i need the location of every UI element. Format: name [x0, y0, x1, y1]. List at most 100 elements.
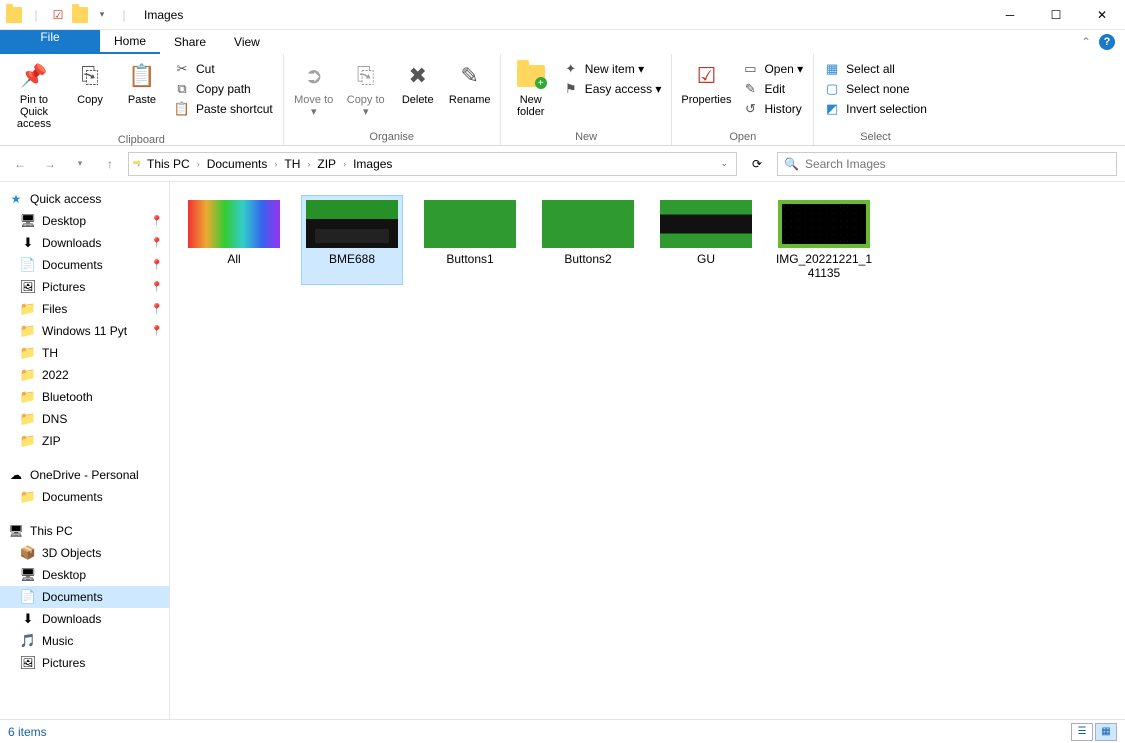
nav-item[interactable]: ⬇Downloads [0, 608, 169, 630]
paste-shortcut-label: Paste shortcut [196, 102, 273, 116]
back-button[interactable]: ← [8, 152, 32, 176]
select-none-button[interactable]: ▢Select none [820, 80, 931, 98]
qat-dropdown-icon[interactable]: ▾ [94, 7, 110, 23]
copy-path-icon: ⧉ [174, 81, 190, 97]
nav-item[interactable]: 🖼Pictures📍 [0, 276, 169, 298]
chevron-right-icon[interactable]: › [307, 159, 310, 169]
file-name: Buttons2 [564, 252, 611, 266]
file-item[interactable]: GU [656, 196, 756, 284]
address-bar[interactable]: › This PC › Documents › TH › ZIP › Image… [128, 152, 737, 176]
search-box[interactable]: 🔍 [777, 152, 1117, 176]
paste-shortcut-icon: 📋 [174, 101, 190, 117]
copy-path-button[interactable]: ⧉Copy path [170, 80, 277, 98]
paste-button[interactable]: 📋 Paste [118, 58, 166, 108]
details-view-button[interactable]: ☰ [1071, 723, 1093, 741]
tab-file[interactable]: File [0, 30, 100, 54]
content-pane[interactable]: AllBME688Buttons1 Buttons2 GUIMG_20221221_… [170, 182, 1125, 719]
address-dropdown-icon[interactable]: ⌄ [720, 158, 728, 169]
edit-label: Edit [764, 82, 785, 96]
open-button[interactable]: ▭Open ▾ [738, 60, 807, 78]
section-label: This PC [30, 524, 73, 538]
easy-access-button[interactable]: ⚑Easy access ▾ [559, 80, 666, 98]
open-icon: ▭ [742, 61, 758, 77]
section-label: OneDrive - Personal [30, 468, 139, 482]
help-icon[interactable]: ? [1099, 34, 1115, 50]
history-button[interactable]: ↺History [738, 100, 807, 118]
forward-button[interactable]: → [38, 152, 62, 176]
refresh-button[interactable]: ⟳ [743, 152, 771, 176]
breadcrumb[interactable]: ZIP [314, 157, 339, 171]
nav-section[interactable]: ★Quick access [0, 188, 169, 210]
new-folder-icon [515, 60, 547, 92]
history-label: History [764, 102, 801, 116]
new-folder-button[interactable]: New folder [507, 58, 555, 120]
nav-item[interactable]: 🖥Desktop📍 [0, 210, 169, 232]
close-button[interactable]: ✕ [1079, 0, 1125, 30]
file-item[interactable]: IMG_20221221_141135 [774, 196, 874, 284]
move-to-button[interactable]: ➲Move to ▾ [290, 58, 338, 120]
nav-item[interactable]: ⬇Downloads📍 [0, 232, 169, 254]
file-item[interactable]: Buttons2 [538, 196, 638, 284]
chevron-right-icon[interactable]: › [343, 159, 346, 169]
copy-to-button[interactable]: ⎘Copy to ▾ [342, 58, 390, 120]
nav-item[interactable]: 📁Files📍 [0, 298, 169, 320]
nav-item[interactable]: 📦3D Objects [0, 542, 169, 564]
collapse-ribbon-icon[interactable]: ⌃ [1081, 35, 1091, 49]
section-icon: 🖥 [8, 523, 24, 539]
search-input[interactable] [805, 157, 1110, 171]
delete-button[interactable]: ✖Delete [394, 58, 442, 108]
copy-button[interactable]: ⎘ Copy [66, 58, 114, 108]
nav-section[interactable]: 🖥 This PC [0, 520, 169, 542]
ribbon-tabs: File Home Share View ⌃ ? [0, 30, 1125, 54]
navigation-pane[interactable]: ★Quick access🖥Desktop📍⬇Downloads📍📄Docume… [0, 182, 170, 719]
maximize-button[interactable]: ☐ [1033, 0, 1079, 30]
ribbon-group-select: ▦Select all ▢Select none ◩Invert selecti… [814, 54, 937, 145]
select-all-button[interactable]: ▦Select all [820, 60, 931, 78]
minimize-button[interactable]: ─ [987, 0, 1033, 30]
nav-item[interactable]: 🖼Pictures [0, 652, 169, 674]
breadcrumb[interactable]: Images [350, 157, 395, 171]
cut-button[interactable]: ✂Cut [170, 60, 277, 78]
tab-view[interactable]: View [220, 30, 274, 54]
nav-item[interactable]: 📁2022 [0, 364, 169, 386]
properties-icon: ☑ [690, 60, 722, 92]
easy-access-label: Easy access ▾ [585, 82, 662, 96]
nav-item[interactable]: 📁ZIP [0, 430, 169, 452]
chevron-right-icon[interactable]: › [197, 159, 200, 169]
properties-qat-icon[interactable]: ☑ [50, 7, 66, 23]
edit-icon: ✎ [742, 81, 758, 97]
copy-to-label: Copy to ▾ [344, 94, 388, 118]
properties-button[interactable]: ☑Properties [678, 58, 734, 108]
tab-home[interactable]: Home [100, 30, 160, 54]
nav-item[interactable]: 📁DNS [0, 408, 169, 430]
file-item[interactable]: All [184, 196, 284, 284]
nav-item[interactable]: 📁TH [0, 342, 169, 364]
nav-item[interactable]: 📄Documents [0, 586, 169, 608]
chevron-right-icon[interactable]: › [274, 159, 277, 169]
invert-selection-button[interactable]: ◩Invert selection [820, 100, 931, 118]
nav-item[interactable]: 🖥Desktop [0, 564, 169, 586]
nav-item-icon: 📄 [20, 257, 36, 273]
up-button[interactable]: ↑ [98, 152, 122, 176]
breadcrumb[interactable]: TH [281, 157, 303, 171]
breadcrumb[interactable]: This PC [144, 157, 193, 171]
nav-item[interactable]: 📁Documents [0, 486, 169, 508]
nav-item-icon: 📁 [20, 367, 36, 383]
edit-button[interactable]: ✎ Edit [738, 80, 807, 98]
file-item[interactable]: BME688 [302, 196, 402, 284]
paste-shortcut-button[interactable]: 📋 Paste shortcut [170, 100, 277, 118]
tab-share[interactable]: Share [160, 30, 220, 54]
status-bar: 6 items ☰ ▦ [0, 719, 1125, 743]
file-item[interactable]: Buttons1 [420, 196, 520, 284]
recent-dropdown[interactable]: ▾ [68, 152, 92, 176]
new-item-button[interactable]: ✦New item ▾ [559, 60, 666, 78]
nav-item[interactable]: 🎵Music [0, 630, 169, 652]
nav-section[interactable]: ☁OneDrive - Personal [0, 464, 169, 486]
nav-item[interactable]: 📁Bluetooth [0, 386, 169, 408]
rename-button[interactable]: ✎Rename [446, 58, 494, 108]
thumbnails-view-button[interactable]: ▦ [1095, 723, 1117, 741]
pin-quick-access-button[interactable]: 📌 Pin to Quick access [6, 58, 62, 132]
nav-item[interactable]: 📄Documents📍 [0, 254, 169, 276]
breadcrumb[interactable]: Documents [204, 157, 271, 171]
nav-item[interactable]: 📁Windows 11 Pyt📍 [0, 320, 169, 342]
